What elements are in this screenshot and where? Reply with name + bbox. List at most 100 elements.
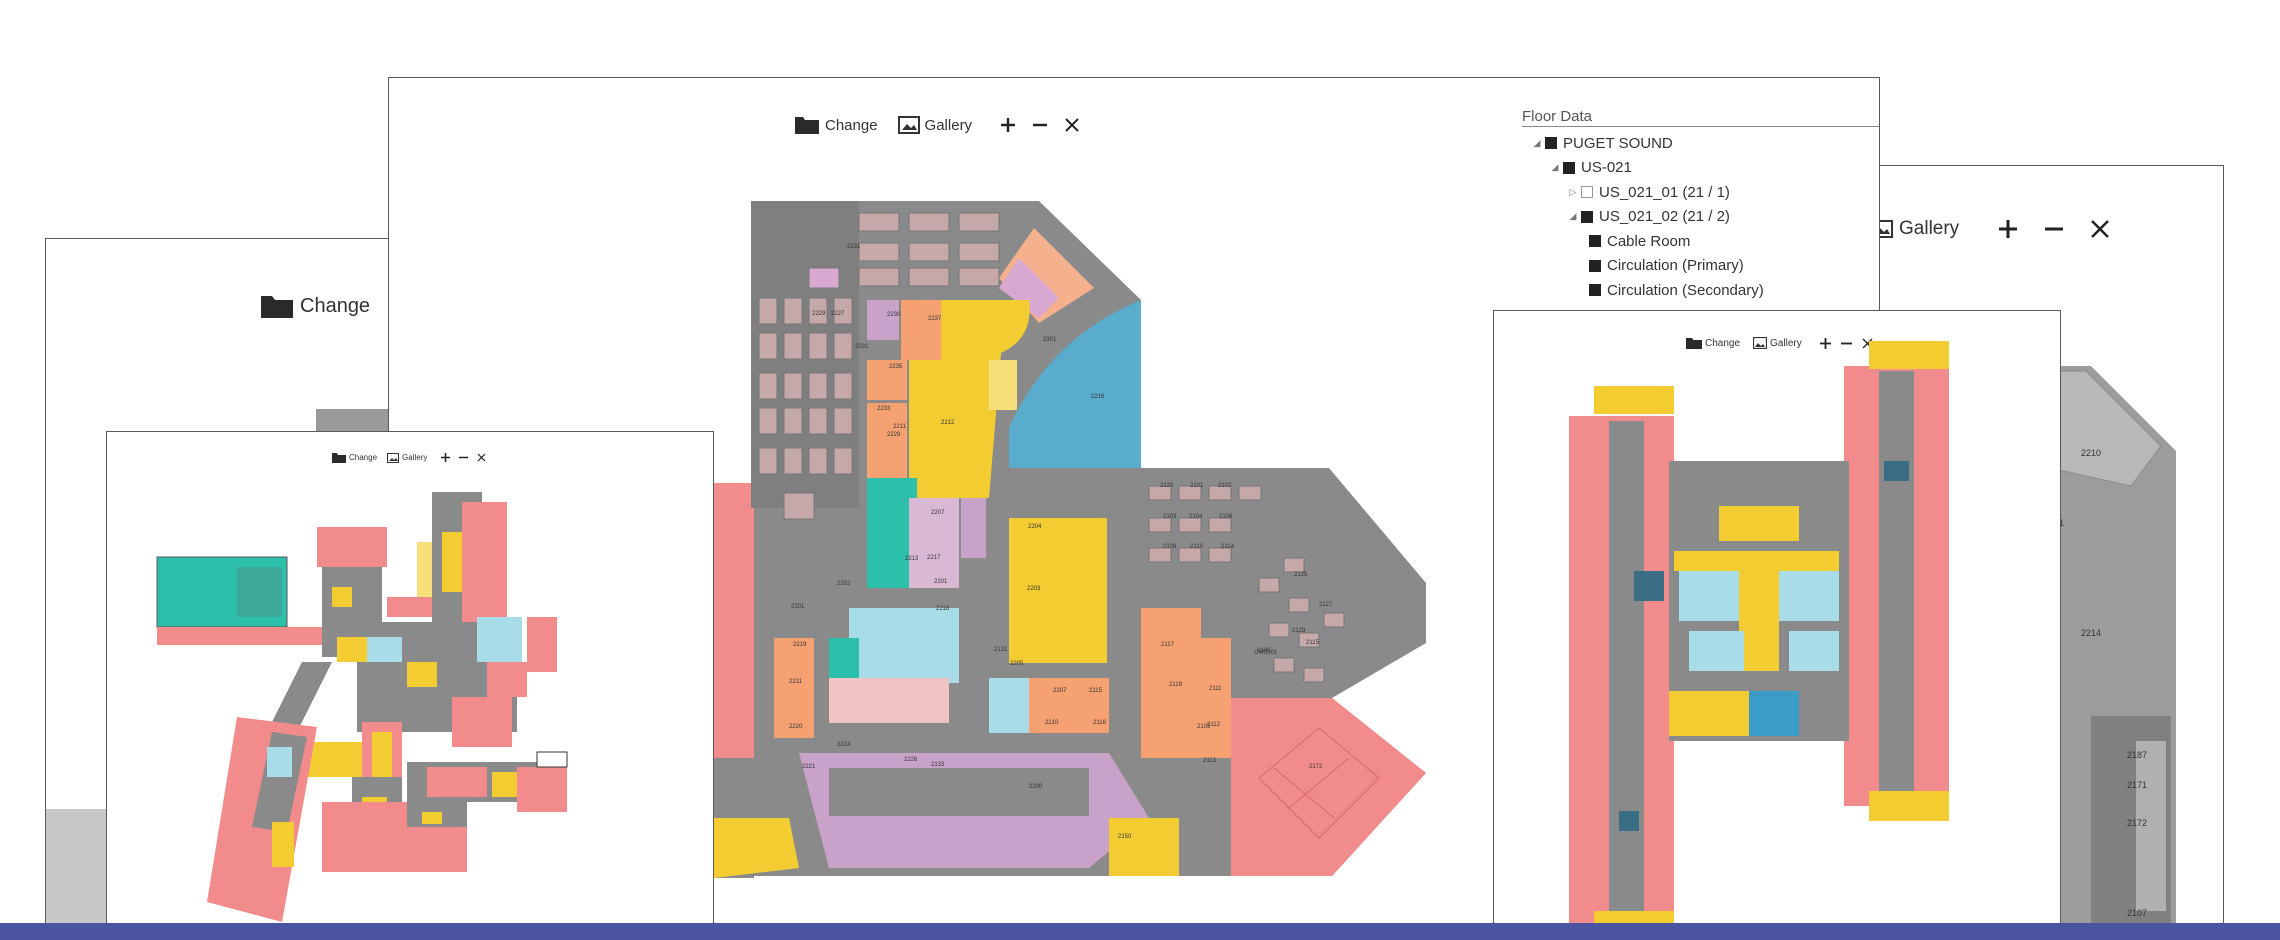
room-label: 2119 [1169, 682, 1183, 688]
room-label: 2202 [837, 581, 851, 587]
room-label: 2104 [1189, 514, 1203, 520]
room-label: 2233 [877, 406, 891, 412]
floor-data-tree: Floor Data ◢ PUGET SOUND ◢ US-021 ▷ US_0… [1522, 108, 1879, 303]
tree-node-label: US_021_01 (21 / 1) [1599, 183, 1730, 201]
checkbox[interactable] [1589, 259, 1601, 272]
room-label: 2108 [1163, 544, 1177, 550]
floorplan-grey [46, 809, 106, 937]
checkbox[interactable] [1545, 137, 1557, 150]
tree-node[interactable]: Circulation (Secondary) [1522, 278, 1879, 303]
room-label: 2112 [1207, 722, 1221, 728]
room-label: 2204 [1028, 524, 1042, 530]
room-label: 2107 [2127, 908, 2147, 918]
tree-node[interactable]: Cable Room [1522, 229, 1879, 254]
tree-node[interactable]: ◢ US_021_02 (21 / 2) [1522, 205, 1879, 230]
room-label: 2229 [812, 311, 826, 317]
room-label: 2103 [1163, 514, 1177, 520]
expand-arrow-icon[interactable]: ◢ [1550, 162, 1560, 173]
room-label: 2213 [905, 556, 919, 562]
room-label: 2110 [1190, 544, 1204, 550]
room-label: 2201 [791, 604, 805, 610]
room-label: 2201 [934, 579, 948, 585]
tree-node-label: Circulation (Primary) [1607, 257, 1744, 275]
room-label: 2227 [831, 311, 845, 317]
room-label: 2216 [1091, 394, 1105, 400]
room-label: 2172 [2127, 818, 2147, 828]
tree-node[interactable]: Circulation (Primary) [1522, 254, 1879, 279]
room-label: 2230 [887, 312, 901, 318]
checkbox[interactable] [1589, 284, 1601, 297]
room-label: 2218 [936, 606, 950, 612]
room-label: 2301 [1043, 337, 1057, 343]
room-label: 2212 [941, 420, 955, 426]
room-label: 2106 [1219, 514, 1233, 520]
room-label: 2219 [793, 642, 807, 648]
panel-toolbar: Change [260, 293, 370, 319]
room-label: 2102 [1218, 483, 1232, 489]
room-label: 2224 [837, 742, 851, 748]
room-label: 2113 [1203, 758, 1217, 764]
tree-node-label: PUGET SOUND [1563, 134, 1673, 152]
change-button[interactable]: Change [260, 293, 370, 319]
room-label: 2187 [2127, 750, 2147, 760]
room-label: 2207 [1053, 688, 1067, 694]
tree-node-label: Circulation (Secondary) [1607, 281, 1764, 299]
room-label: 2217 [927, 555, 941, 561]
room-label: 2210 [2081, 448, 2101, 458]
checkbox[interactable] [1581, 186, 1593, 199]
room-label: 2211 [789, 679, 803, 685]
room-label: 2226 [904, 757, 918, 763]
room-label: 2229 [887, 432, 901, 438]
room-label: 2207 [931, 510, 945, 516]
collapse-arrow-icon[interactable]: ▷ [1568, 187, 1578, 198]
tree-node[interactable]: ▷ US_021_01 (21 / 1) [1522, 180, 1879, 205]
floorplan-left [156, 492, 568, 922]
tree-node[interactable]: ◢ US-021 [1522, 156, 1879, 181]
checkbox[interactable] [1563, 161, 1575, 174]
room-label: 2120 [1160, 483, 1174, 489]
room-label: 2231 [855, 344, 869, 350]
room-label: 2237 [928, 316, 942, 322]
tree-node-label: US-021 [1581, 159, 1632, 177]
room-label: 2235 [889, 364, 903, 370]
expand-arrow-icon[interactable]: ◢ [1532, 138, 1542, 149]
room-label: 2116 [1093, 720, 1107, 726]
room-label: 2111 [1209, 686, 1222, 692]
room-label: 2214 [2081, 628, 2101, 638]
room-label: 2115 [1306, 640, 1320, 646]
room-label: 2231 [847, 244, 861, 250]
floorplan-panel-right: Change Gallery [1493, 310, 2061, 940]
room-label: 2172 [1309, 764, 1323, 770]
room-label: 2210 [1045, 720, 1059, 726]
room-label: 2211 [893, 424, 907, 430]
room-label: CW2001 [1254, 650, 1278, 656]
room-label: 2127 [1319, 602, 1333, 608]
room-label: 2117 [1161, 642, 1175, 648]
room-label: 2221 [802, 764, 816, 770]
expand-arrow-icon[interactable]: ◢ [1568, 211, 1578, 222]
room-label: 2171 [2127, 780, 2147, 790]
tree-node-label: Cable Room [1607, 232, 1691, 250]
floorplan-panel-left: Change Gallery [106, 431, 714, 940]
bottom-accent-bar [0, 923, 2280, 940]
checkbox[interactable] [1581, 210, 1593, 223]
folder-icon [260, 293, 294, 319]
tree-node[interactable]: ◢ PUGET SOUND [1522, 131, 1879, 156]
floorplan-right [1569, 341, 1949, 936]
room-label: 2101 [1190, 483, 1204, 489]
room-label: 2200 [1029, 784, 1043, 790]
room-label: 2150 [1118, 834, 1132, 840]
change-label: Change [300, 294, 371, 317]
room-label: 2205 [1010, 661, 1024, 667]
room-label: 2114 [1221, 544, 1235, 550]
room-label: 2131 [994, 647, 1008, 653]
room-label: 2203 [1027, 586, 1041, 592]
floor-data-title: Floor Data [1522, 108, 1879, 127]
room-label: 2220 [789, 724, 803, 730]
room-label: 2125 [1294, 572, 1308, 578]
room-label: 2133 [931, 762, 945, 768]
checkbox[interactable] [1589, 235, 1601, 248]
tree-node-label: US_021_02 (21 / 2) [1599, 208, 1730, 226]
room-label: 2115 [1089, 688, 1103, 694]
room-label: 2129 [1292, 628, 1306, 634]
